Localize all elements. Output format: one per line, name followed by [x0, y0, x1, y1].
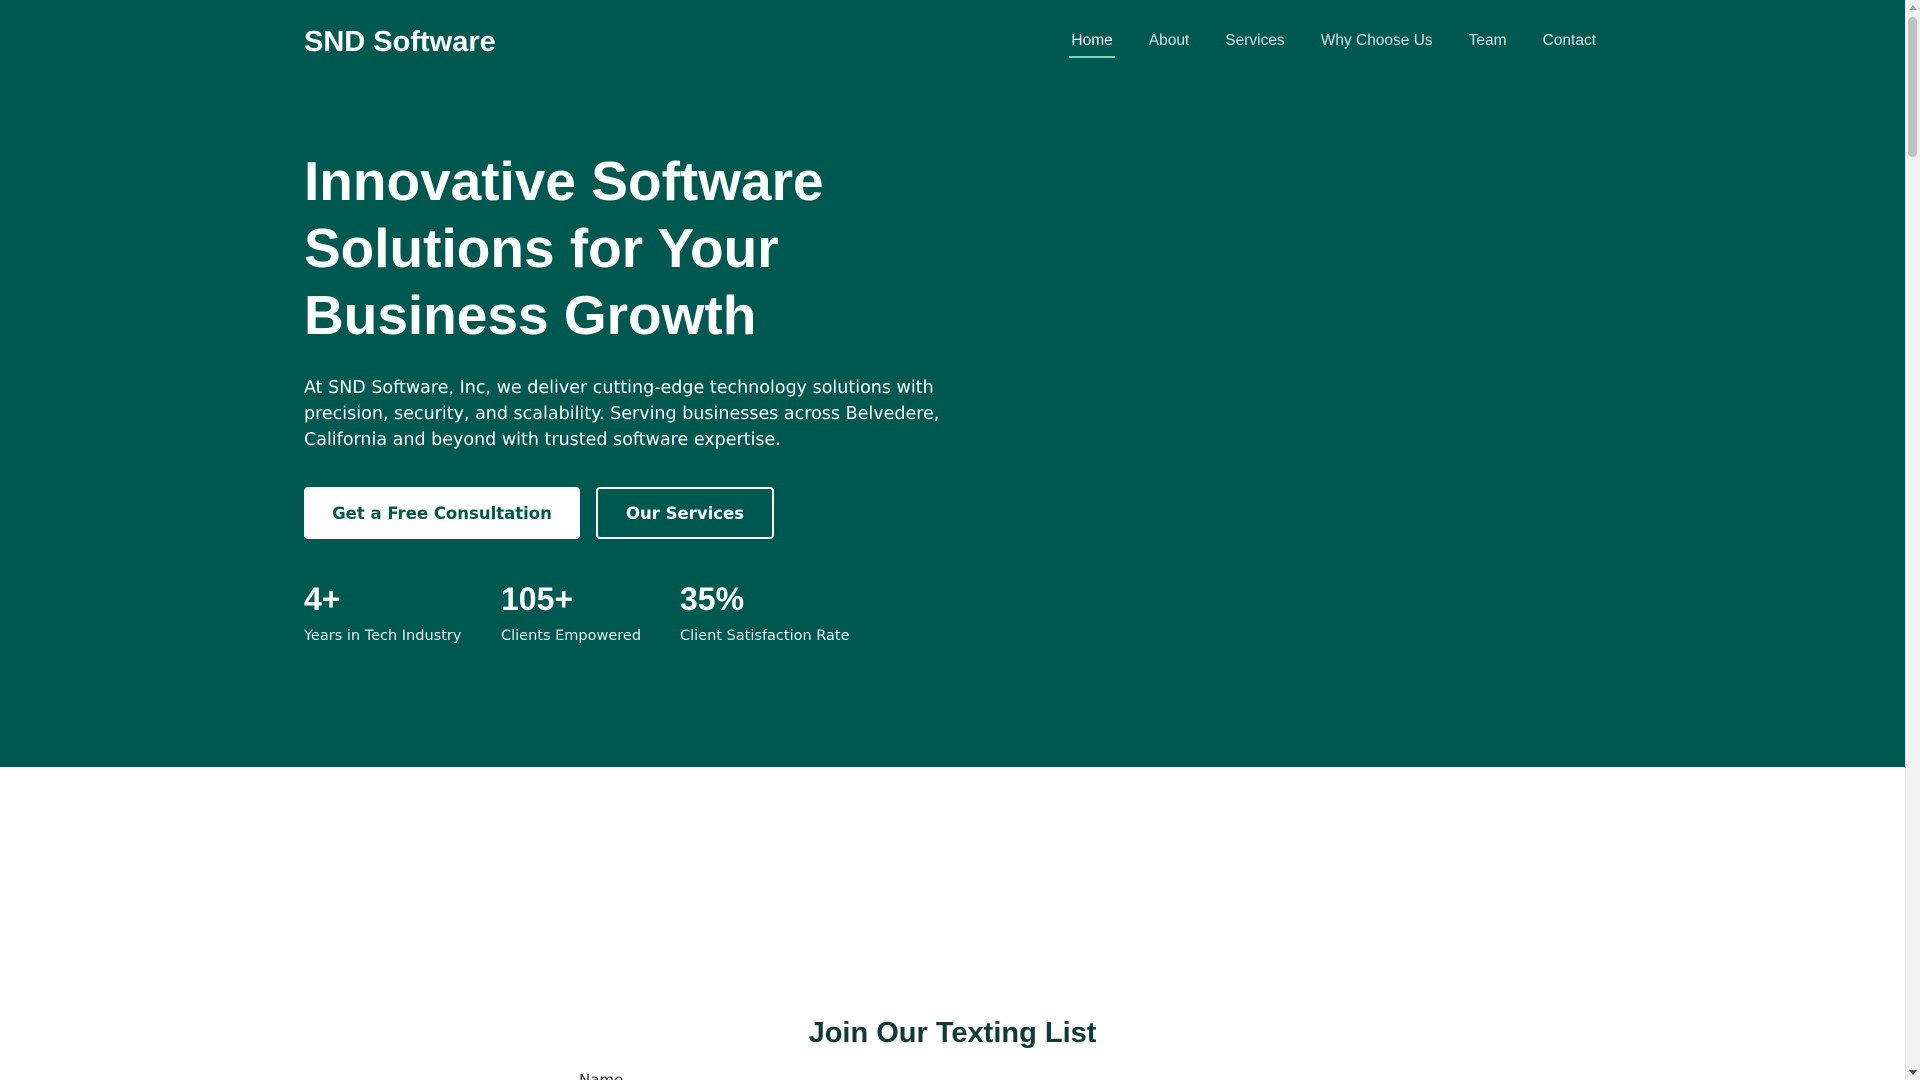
triangle-up-icon[interactable]: [1906, 0, 1920, 15]
nav-link-home[interactable]: Home: [1069, 28, 1116, 58]
stat-years: 4+ Years in Tech Industry: [304, 580, 461, 646]
nav-link-about[interactable]: About: [1147, 28, 1192, 54]
free-consultation-button[interactable]: Get a Free Consultation: [304, 487, 580, 539]
texting-list-title: Join Our Texting List: [808, 1017, 1097, 1049]
stat-clients: 105+ Clients Empowered: [501, 580, 641, 646]
stat-value: 35%: [680, 581, 745, 617]
nav-link-team[interactable]: Team: [1467, 28, 1509, 54]
page-content: SND Software Home About Services Why Cho…: [0, 0, 1905, 1080]
hero-description: At SND Software, Inc, we deliver cutting…: [304, 378, 940, 450]
page: SND Software Home About Services Why Cho…: [0, 0, 1920, 1080]
hero-title: Innovative Software Solutions for Your B…: [304, 150, 824, 346]
stat-value: 4+: [304, 581, 341, 617]
stat-label: Client Satisfaction Rate: [680, 628, 850, 644]
stat-label: Years in Tech Industry: [304, 628, 462, 644]
our-services-button[interactable]: Our Services: [596, 487, 774, 539]
triangle-down-icon[interactable]: [1906, 1065, 1920, 1080]
nav-link-contact[interactable]: Contact: [1541, 28, 1598, 54]
brand-logo-link[interactable]: SND Software: [304, 22, 496, 62]
nav-link-services[interactable]: Services: [1223, 28, 1286, 54]
stat-value: 105+: [501, 581, 574, 617]
stat-label: Clients Empowered: [501, 628, 642, 644]
hero-section: SND Software Home About Services Why Cho…: [0, 0, 1905, 767]
stat-satisfaction: 35% Client Satisfaction Rate: [680, 580, 850, 646]
main-nav: Home About Services Why Choose Us Team C…: [1069, 28, 1598, 58]
name-field-label: Name: [579, 1071, 624, 1080]
scrollbar-thumb[interactable]: [1908, 17, 1917, 157]
page-scrollbar[interactable]: [1905, 0, 1920, 1080]
nav-link-why-choose-us[interactable]: Why Choose Us: [1319, 28, 1435, 54]
